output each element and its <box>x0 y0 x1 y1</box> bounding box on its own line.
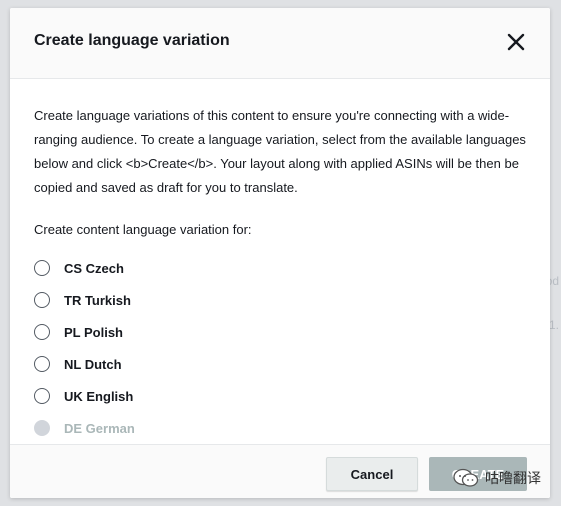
watermark-text: 咕噜翻译 <box>485 470 541 486</box>
background-text: 1. <box>548 318 559 332</box>
language-option-cs[interactable]: CS Czech <box>34 252 526 284</box>
language-option-tr[interactable]: TR Turkish <box>34 284 526 316</box>
close-icon <box>507 33 525 51</box>
variation-label: Create content language variation for: <box>34 222 252 237</box>
dialog-title: Create language variation <box>34 32 230 49</box>
radio-button[interactable] <box>34 324 50 340</box>
dialog-header: Create language variation <box>10 8 550 79</box>
watermark: 咕噜翻译 <box>453 468 541 488</box>
language-option-de: DE German <box>34 412 526 444</box>
language-label: NL Dutch <box>64 356 122 372</box>
cancel-button[interactable]: Cancel <box>326 457 418 491</box>
language-label: DE German <box>64 420 135 436</box>
language-label: PL Polish <box>64 324 123 340</box>
language-label: UK English <box>64 388 134 404</box>
close-button[interactable] <box>504 30 528 54</box>
language-option-nl[interactable]: NL Dutch <box>34 348 526 380</box>
dialog-body: Create language variations of this conte… <box>34 104 526 444</box>
language-option-pl[interactable]: PL Polish <box>34 316 526 348</box>
language-variation-dialog: Create language variation Create languag… <box>10 8 550 498</box>
chat-bubble-icon <box>453 468 479 487</box>
radio-button[interactable] <box>34 292 50 308</box>
radio-button[interactable] <box>34 388 50 404</box>
language-label: TR Turkish <box>64 292 131 308</box>
radio-button-disabled <box>34 420 50 436</box>
radio-button[interactable] <box>34 356 50 372</box>
dialog-description: Create language variations of this conte… <box>34 108 526 195</box>
language-label: CS Czech <box>64 260 124 276</box>
language-option-uk[interactable]: UK English <box>34 380 526 412</box>
radio-button[interactable] <box>34 260 50 276</box>
language-radio-group: CS Czech TR Turkish PL Polish NL Dutch U… <box>34 252 526 444</box>
